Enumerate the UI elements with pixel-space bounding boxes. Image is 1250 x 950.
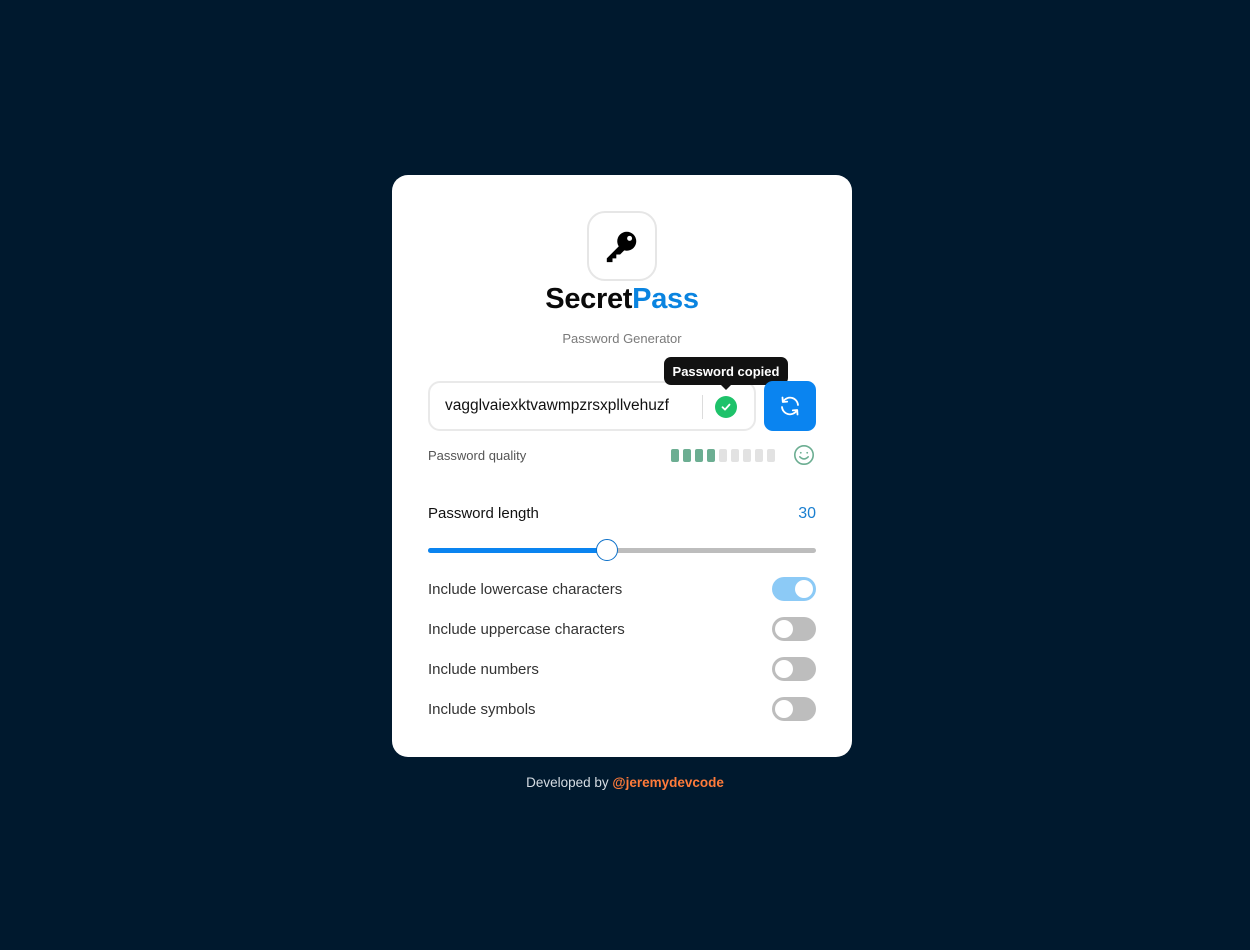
toggle-knob: [775, 660, 793, 678]
quality-segment: [755, 449, 763, 462]
smiley-icon: [794, 445, 814, 465]
quality-segment: [731, 449, 739, 462]
length-label: Password length: [428, 505, 539, 522]
copy-button[interactable]: [715, 396, 737, 418]
quality-segment: [707, 449, 715, 462]
quality-segment: [743, 449, 751, 462]
option-label: Include numbers: [428, 660, 539, 678]
quality-label: Password quality: [428, 448, 527, 463]
toggle-knob: [775, 700, 793, 718]
option-numbers: Include numbers: [428, 657, 816, 681]
option-label: Include lowercase characters: [428, 580, 623, 598]
logo: [587, 211, 657, 281]
author-link[interactable]: @jeremydevcode: [612, 775, 723, 790]
password-field[interactable]: vagglvaiexktvawmpzrsxpllvehuzf: [428, 381, 756, 431]
check-icon: [721, 403, 731, 411]
refresh-icon: [781, 396, 799, 416]
quality-segment: [695, 449, 703, 462]
symbols-toggle[interactable]: [772, 697, 816, 721]
numbers-toggle[interactable]: [772, 657, 816, 681]
slider-thumb[interactable]: [595, 539, 618, 561]
field-divider: [702, 395, 703, 419]
brand-title: SecretPass: [392, 283, 852, 316]
option-symbols: Include symbols: [428, 697, 816, 721]
footer-prefix: Developed by: [526, 775, 609, 790]
quality-meter: [671, 449, 775, 462]
quality-segment: [683, 449, 691, 462]
subtitle: Password Generator: [562, 331, 682, 346]
uppercase-toggle[interactable]: [772, 617, 816, 641]
option-label: Include symbols: [428, 700, 536, 718]
key-icon: [606, 231, 637, 263]
footer: Developed by @jeremydevcode: [0, 775, 1250, 790]
toggle-knob: [795, 580, 813, 598]
length-value: 30: [798, 505, 816, 522]
brand-part1: Secret: [545, 283, 633, 315]
option-uppercase: Include uppercase characters: [428, 617, 816, 641]
toggle-knob: [775, 620, 793, 638]
quality-segment: [767, 449, 775, 462]
lowercase-toggle[interactable]: [772, 577, 816, 601]
option-lowercase: Include lowercase characters: [428, 577, 816, 601]
generator-card: SecretPass Password Generator vagglvaiex…: [392, 175, 852, 757]
brand-part2: Pass: [632, 283, 699, 315]
length-slider[interactable]: [428, 539, 816, 561]
password-text[interactable]: vagglvaiexktvawmpzrsxpllvehuzf: [445, 397, 701, 415]
quality-segment: [719, 449, 727, 462]
quality-segment: [671, 449, 679, 462]
option-label: Include uppercase characters: [428, 620, 625, 638]
regenerate-button[interactable]: [764, 381, 816, 431]
slider-fill: [428, 548, 607, 553]
